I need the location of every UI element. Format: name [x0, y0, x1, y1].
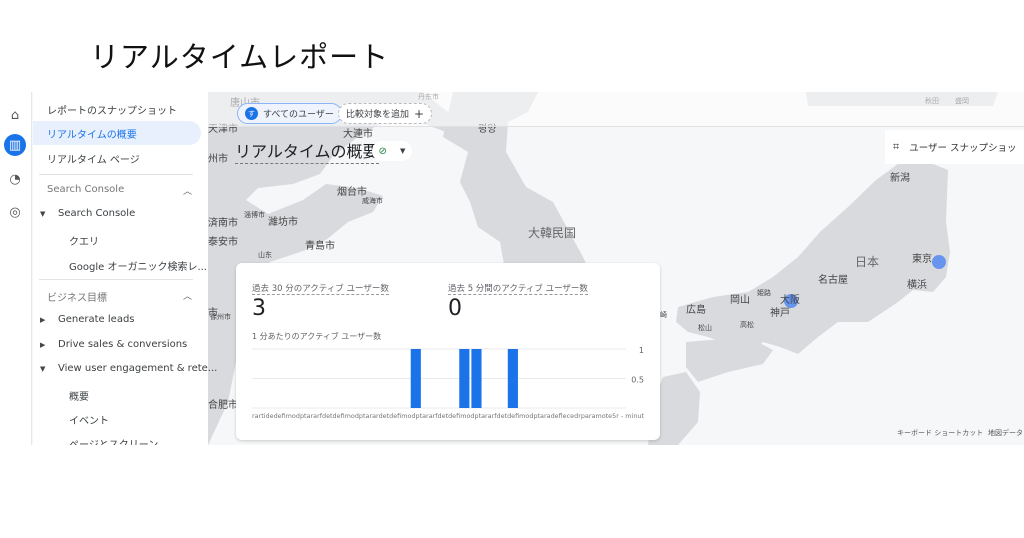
realtime-card: 過去 30 分のアクティブ ユーザー数 3 過去 5 分間のアクティブ ユーザー…: [236, 263, 660, 440]
left-rail: ⌂ ▥ ◔ ◎: [0, 92, 32, 445]
sidebar-nav: レポートのスナップショット リアルタイムの概要 リアルタイム ページ Searc…: [33, 92, 217, 445]
nav-item-events[interactable]: イベント: [69, 412, 109, 427]
nav-group-drive-sales[interactable]: Drive sales & conversions: [58, 339, 187, 350]
map-city-label: 合肥市: [208, 400, 238, 411]
report-status-dropdown[interactable]: ⊘ ▼: [372, 141, 412, 161]
map-city-label: 淄博市: [244, 211, 265, 219]
user-snapshot-button[interactable]: ⌗ ユーザー スナップショッ: [885, 130, 1024, 164]
page-title: リアルタイムレポート: [90, 40, 390, 74]
chevron-up-icon[interactable]: ︿: [183, 184, 192, 197]
divider: [39, 174, 193, 175]
section-business-objectives[interactable]: ビジネス目標: [47, 289, 107, 304]
user-snapshot-icon: ⌗: [893, 140, 900, 153]
home-icon[interactable]: ⌂: [4, 104, 26, 126]
map-city-label: 姫路: [757, 289, 771, 297]
y-tick-label: 0.5: [631, 376, 644, 385]
add-comparison-button[interactable]: 比較対象を追加 +: [338, 103, 433, 124]
segment-avatar: す: [245, 107, 258, 120]
map-city-label: 横浜: [907, 280, 927, 291]
map-city-label: 山东: [258, 251, 272, 259]
caret-down-icon: ▼: [40, 210, 46, 218]
nav-item-pages-screens[interactable]: ページとスクリーン: [69, 436, 158, 445]
tokyo-user-bubble: [932, 255, 946, 269]
map-city-label: 岡山: [730, 295, 750, 306]
nav-item-report-snapshot[interactable]: レポートのスナップショット: [47, 102, 177, 117]
map-city-label: 済南市: [208, 218, 238, 229]
nav-group-user-engagement[interactable]: View user engagement & rete...: [58, 363, 217, 374]
report-title[interactable]: リアルタイムの概要: [235, 138, 379, 164]
divider: [39, 279, 193, 280]
nav-item-realtime-overview[interactable]: リアルタイムの概要: [47, 126, 137, 141]
map-city-label: 新潟: [890, 173, 910, 184]
plus-icon: +: [414, 106, 425, 121]
active-users-per-minute-chart: 1 0.5 rartidedefimodptararfdetdefimodptara…: [252, 346, 645, 420]
map-city-label: 市: [208, 308, 218, 319]
analytics-screenshot: 唐山市丹东市天津市大連市평양州市烟台市威海市済南市淄博市濰坊市泰安市青島市山东大…: [0, 92, 1024, 445]
segment-label: すべてのユーザー: [263, 110, 334, 120]
map-city-label: 大韓民国: [528, 226, 577, 240]
advertising-icon[interactable]: ◎: [4, 201, 26, 223]
map-city-label: 神戸: [770, 308, 790, 319]
nav-item-realtime-pages[interactable]: リアルタイム ページ: [47, 151, 140, 166]
map-city-label: 青島市: [305, 241, 335, 252]
bar[interactable]: [507, 349, 518, 408]
nav-item-overview[interactable]: 概要: [69, 388, 89, 403]
caret-right-icon: ▶: [40, 341, 46, 349]
honshu-land: [676, 162, 950, 354]
reports-icon[interactable]: ▥: [4, 134, 26, 156]
shikoku-land: [686, 337, 773, 382]
map-city-label: 広島: [686, 305, 706, 316]
user-snapshot-label: ユーザー スナップショッ: [909, 143, 1017, 154]
map-city-label: 濰坊市: [268, 217, 298, 228]
map-city-label: 松山: [698, 324, 712, 332]
nav-item-google-organic[interactable]: Google オーガニック検索レ...: [69, 258, 207, 273]
nav-group-generate-leads[interactable]: Generate leads: [58, 314, 135, 325]
nav-group-search-console[interactable]: Search Console: [58, 208, 135, 219]
check-circle-icon: ⊘: [378, 145, 387, 157]
add-comparison-label: 比較対象を追加: [346, 110, 410, 120]
keyboard-shortcuts-link[interactable]: キーボード ショートカット: [897, 428, 983, 438]
explore-icon[interactable]: ◔: [4, 168, 26, 190]
map-city-label: 泰安市: [208, 237, 238, 248]
nav-item-queries[interactable]: クエリ: [69, 233, 99, 248]
y-tick-label: 1: [639, 346, 644, 355]
chevron-down-icon: ▼: [400, 147, 406, 155]
bar[interactable]: [459, 349, 470, 408]
map-city-label: 高松: [740, 321, 754, 329]
map-city-label: 州市: [208, 154, 228, 165]
section-search-console[interactable]: Search Console: [47, 184, 124, 195]
map-city-label: 東京: [912, 254, 932, 265]
segment-chip-all-users[interactable]: す すべてのユーザー: [237, 103, 342, 124]
caret-down-icon: ▼: [40, 365, 46, 373]
map-city-label: 崎: [660, 311, 667, 319]
caret-right-icon: ▶: [40, 316, 46, 324]
map-city-label: 日本: [855, 255, 880, 269]
map-data-link[interactable]: 地図データ: [988, 428, 1023, 438]
map-city-label: 名古屋: [818, 275, 848, 286]
x-axis-labels: rartidedefimodptararfdetdefimodptarardet…: [252, 413, 645, 420]
bar[interactable]: [410, 349, 421, 408]
bar[interactable]: [471, 349, 482, 408]
map-city-label: 威海市: [362, 197, 383, 205]
chevron-up-icon[interactable]: ︿: [183, 289, 192, 302]
